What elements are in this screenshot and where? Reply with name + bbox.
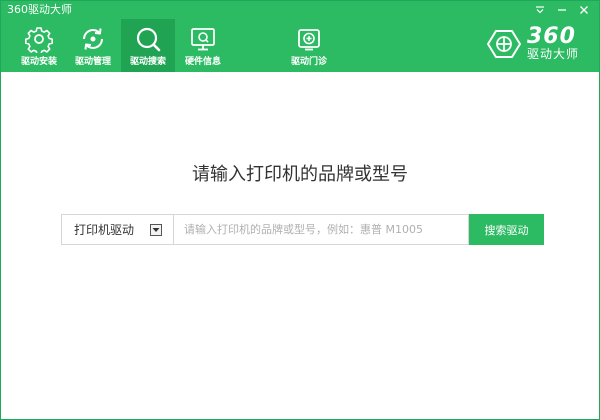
brand-logo: 360 驱动大师 (486, 24, 579, 62)
nav-item-driver-manage[interactable]: 驱动管理 (67, 19, 119, 72)
main-content: 请输入打印机的品牌或型号 打印机驱动 搜索驱动 (1, 72, 599, 419)
logo-number: 360 (526, 24, 576, 49)
monitor-icon (188, 24, 218, 54)
logo-emblem-icon (486, 30, 521, 58)
app-title: 360驱动大师 (7, 3, 72, 16)
gear-icon (24, 24, 54, 54)
nav-item-driver-install[interactable]: 驱动安装 (13, 19, 65, 72)
close-button[interactable] (573, 2, 595, 18)
clinic-icon (294, 24, 324, 54)
dropdown-arrow-icon[interactable] (150, 224, 162, 236)
search-prompt: 请输入打印机的品牌或型号 (192, 164, 408, 185)
close-icon (580, 6, 588, 14)
nav-label: 硬件信息 (184, 57, 221, 67)
menu-down-icon (536, 6, 544, 14)
nav-label: 驱动管理 (74, 57, 111, 67)
window-controls (529, 2, 595, 18)
logo-text: 360 驱动大师 (526, 24, 579, 62)
nav-item-hardware-info[interactable]: 硬件信息 (177, 19, 229, 72)
nav-item-driver-clinic[interactable]: 驱动门诊 (283, 19, 335, 72)
search-bar: 打印机驱动 搜索驱动 (61, 214, 544, 245)
search-input[interactable] (174, 214, 469, 245)
minimize-icon (558, 9, 566, 11)
minimize-button[interactable] (551, 2, 573, 18)
nav-label: 驱动搜索 (129, 57, 166, 67)
menu-dropdown-button[interactable] (529, 2, 551, 18)
driver-type-value: 打印机驱动 (74, 223, 135, 237)
logo-name: 驱动大师 (526, 47, 579, 61)
title-bar: 360驱动大师 (1, 1, 599, 19)
refresh-icon (78, 24, 108, 54)
search-driver-button[interactable]: 搜索驱动 (469, 214, 544, 245)
nav-item-driver-search[interactable]: 驱动搜索 (121, 19, 175, 72)
header: 360驱动大师 驱动安装 驱动管理 驱动搜索 硬件信息 驱动门诊 360 驱动大… (1, 1, 599, 72)
search-icon (133, 24, 163, 54)
app-window: 360驱动大师 驱动安装 驱动管理 驱动搜索 硬件信息 驱动门诊 360 驱动大… (0, 0, 600, 420)
driver-type-select[interactable]: 打印机驱动 (61, 214, 174, 245)
nav-label: 驱动安装 (20, 57, 57, 67)
nav-label: 驱动门诊 (290, 57, 327, 67)
